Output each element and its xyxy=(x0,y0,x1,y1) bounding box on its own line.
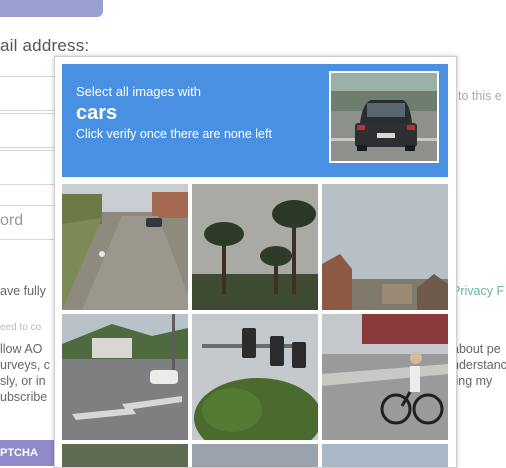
challenge-target: cars xyxy=(76,102,118,124)
tile-partial-1[interactable] xyxy=(62,444,188,467)
challenge-instruction: Select all images with xyxy=(76,84,201,99)
password-placeholder: ord xyxy=(0,212,24,229)
challenge-subtext: Click verify once there are none left xyxy=(76,127,272,141)
tile-palm-trees[interactable] xyxy=(192,184,318,310)
consent-text-5: sly, or in xyxy=(0,374,46,388)
consent-text-2: eed to co xyxy=(0,322,42,333)
sample-car-image xyxy=(329,71,439,163)
consent-text-1: ave fully xyxy=(0,284,46,298)
tile-sky-houses[interactable] xyxy=(322,184,448,310)
right-text-5: ting my xyxy=(452,374,493,388)
captcha-button[interactable]: PTCHA xyxy=(0,440,58,466)
privacy-link[interactable]: Privacy F xyxy=(452,283,504,299)
captcha-challenge: Select all images with cars Click verify… xyxy=(54,56,457,468)
challenge-header: Select all images with cars Click verify… xyxy=(62,64,448,177)
consent-text-6: ubscribe xyxy=(0,390,48,404)
consent-text-4: urveys, c xyxy=(0,358,51,372)
email-label: ail address: xyxy=(0,36,90,55)
tile-partial-3[interactable] xyxy=(322,444,448,467)
tile-road-parked-car[interactable] xyxy=(62,184,188,310)
tile-intersection-car[interactable] xyxy=(62,314,188,440)
tile-cyclist[interactable] xyxy=(322,314,448,440)
top-tab xyxy=(0,0,103,17)
name-field[interactable] xyxy=(0,150,61,185)
right-text-4: nderstanc xyxy=(452,358,506,372)
tile-traffic-lights[interactable] xyxy=(192,314,318,440)
right-text-3: about pe xyxy=(452,342,501,356)
email-field[interactable] xyxy=(0,76,61,111)
right-text-1: to this e xyxy=(458,89,502,103)
consent-text-3: llow AO xyxy=(0,342,43,356)
confirm-field[interactable] xyxy=(0,113,61,148)
tile-partial-2[interactable] xyxy=(192,444,318,467)
